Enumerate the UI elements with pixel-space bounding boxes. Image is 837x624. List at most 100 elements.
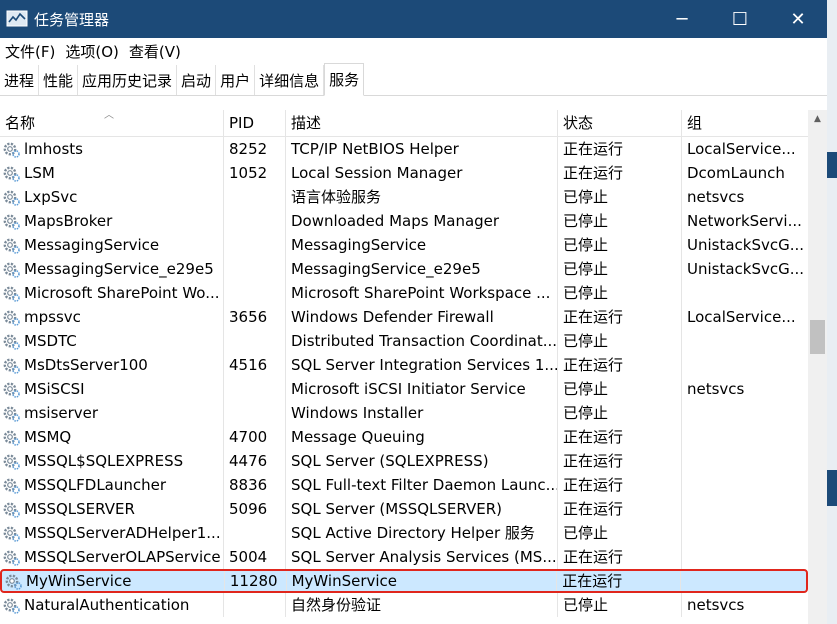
scroll-up-arrow-icon[interactable]: ▲ [808, 110, 827, 128]
column-header-description[interactable]: 描述 [286, 110, 558, 137]
table-row[interactable]: MSDTC Distributed Transaction Coordinat..… [0, 329, 808, 353]
service-pid: 3656 [224, 305, 286, 329]
menu-options[interactable]: 选项(O) [60, 41, 124, 62]
sort-ascending-icon: ︿ [104, 110, 114, 121]
table-row[interactable]: MSSQLSERVER 5096 SQL Server (MSSQLSERVER) 正… [0, 497, 808, 521]
table-header: ︿ 名称 PID 描述 状态 组 [0, 110, 808, 137]
service-name: mpssvc [24, 308, 81, 326]
service-pid [224, 233, 286, 257]
table-row[interactable]: Microsoft SharePoint Wo... Microsoft Shar… [0, 281, 808, 305]
scroll-thumb[interactable] [810, 320, 825, 354]
service-name: MSSQLFDLauncher [24, 476, 167, 494]
tab-strip: 进程 性能 应用历史记录 启动 用户 详细信息 服务 [0, 63, 827, 96]
service-gear-icon [2, 140, 21, 159]
service-name: Microsoft SharePoint Wo... [24, 284, 220, 302]
column-header-pid[interactable]: PID [224, 110, 286, 137]
service-name-cell: MSDTC [0, 329, 224, 353]
table-row[interactable]: MSSQL$SQLEXPRESS 4476 SQL Server (SQLEXPRE… [0, 449, 808, 473]
maximize-button[interactable]: ☐ [711, 0, 769, 38]
service-group [682, 497, 808, 521]
service-description: 语言体验服务 [286, 185, 558, 209]
service-name-cell: MSSQLServerADHelper1... [0, 521, 224, 545]
table-row[interactable]: MSiSCSI Microsoft iSCSI Initiator Service… [0, 377, 808, 401]
service-name: MSSQL$SQLEXPRESS [24, 452, 184, 470]
service-pid: 4476 [224, 449, 286, 473]
service-gear-icon [2, 308, 21, 327]
table-row[interactable]: NaturalAuthentication 自然身份验证 已停止 netsvcs [0, 593, 808, 617]
service-pid [224, 377, 286, 401]
close-button[interactable]: ✕ [769, 0, 827, 38]
service-status: 已停止 [558, 257, 682, 281]
service-name: MSSQLServerOLAPService [24, 548, 221, 566]
service-gear-icon [2, 476, 21, 495]
service-pid: 4700 [224, 425, 286, 449]
service-description: SQL Server (SQLEXPRESS) [286, 449, 558, 473]
minimize-button[interactable]: ─ [653, 0, 711, 38]
service-name: MSMQ [24, 428, 72, 446]
service-name: MsDtsServer100 [24, 356, 148, 374]
service-description: MyWinService [287, 571, 558, 591]
service-gear-icon [2, 404, 21, 423]
service-name-cell: MSSQL$SQLEXPRESS [0, 449, 224, 473]
service-name-cell: MSSQLSERVER [0, 497, 224, 521]
service-description: Distributed Transaction Coordinat... [286, 329, 558, 353]
service-name: LxpSvc [24, 188, 78, 206]
service-name: MSSQLSERVER [24, 500, 135, 518]
service-name: MSDTC [24, 332, 77, 350]
service-description: Message Queuing [286, 425, 558, 449]
table-row-selected[interactable]: MyWinService 11280 MyWinService 正在运行 [0, 569, 808, 593]
tab-services[interactable]: 服务 [324, 63, 365, 96]
table-row[interactable]: MSSQLFDLauncher 8836 SQL Full-text Filter … [0, 473, 808, 497]
table-row[interactable]: MapsBroker Downloaded Maps Manager 已停止 Netw… [0, 209, 808, 233]
service-group [681, 571, 806, 591]
service-gear-icon [4, 572, 23, 591]
vertical-scrollbar[interactable]: ▲ [808, 110, 827, 624]
service-group: LocalService... [687, 140, 796, 158]
service-group: netsvcs [687, 380, 745, 398]
service-gear-icon [2, 188, 21, 207]
service-name: MapsBroker [24, 212, 113, 230]
service-gear-icon [2, 500, 21, 519]
tab-performance[interactable]: 性能 [39, 65, 79, 95]
column-header-status[interactable]: 状态 [558, 110, 682, 137]
table-row[interactable]: MSSQLServerADHelper1... SQL Active Direct… [0, 521, 808, 545]
service-description: Windows Installer [286, 401, 558, 425]
menu-file[interactable]: 文件(F) [0, 41, 60, 62]
service-status: 已停止 [558, 281, 682, 305]
tab-startup[interactable]: 启动 [177, 65, 217, 95]
table-row[interactable]: LSM 1052 Local Session Manager 正在运行 DcomLaun… [0, 161, 808, 185]
service-group [682, 281, 808, 305]
service-name-cell: MessagingService [0, 233, 224, 257]
column-header-group[interactable]: 组 [682, 110, 808, 137]
menu-view[interactable]: 查看(V) [124, 41, 186, 62]
service-pid [224, 521, 286, 545]
tab-app-history[interactable]: 应用历史记录 [78, 65, 178, 95]
tab-details[interactable]: 详细信息 [255, 65, 325, 95]
tab-users[interactable]: 用户 [216, 65, 256, 95]
service-status: 已停止 [558, 185, 682, 209]
table-row[interactable]: MessagingService MessagingService 已停止 Unist… [0, 233, 808, 257]
table-row[interactable]: LxpSvc 语言体验服务 已停止 netsvcs [0, 185, 808, 209]
tab-processes[interactable]: 进程 [0, 65, 40, 95]
table-row[interactable]: MSSQLServerOLAPService 5004 SQL Server Ana… [0, 545, 808, 569]
service-name-cell: Microsoft SharePoint Wo... [0, 281, 224, 305]
service-description: SQL Full-text Filter Daemon Launc... [286, 473, 558, 497]
service-status: 已停止 [558, 233, 682, 257]
table-row[interactable]: MSMQ 4700 Message Queuing 正在运行 [0, 425, 808, 449]
task-manager-icon [6, 10, 28, 27]
table-row[interactable]: MessagingService_e29e5 MessagingService_e… [0, 257, 808, 281]
table-row[interactable]: lmhosts 8252 TCP/IP NetBIOS Helper 正在运行 Loca… [0, 137, 808, 161]
service-description: SQL Server (MSSQLSERVER) [286, 497, 558, 521]
table-row[interactable]: msiserver Windows Installer 已停止 [0, 401, 808, 425]
service-name-cell: lmhosts [0, 137, 224, 161]
service-name-cell: LSM [0, 161, 224, 185]
service-group [682, 353, 808, 377]
service-gear-icon [2, 356, 21, 375]
service-group [682, 545, 808, 569]
table-row[interactable]: MsDtsServer100 4516 SQL Server Integration… [0, 353, 808, 377]
service-status: 已停止 [558, 377, 682, 401]
service-status: 正在运行 [558, 305, 682, 329]
table-row[interactable]: mpssvc 3656 Windows Defender Firewall 正在运行 L… [0, 305, 808, 329]
service-gear-icon [2, 428, 21, 447]
service-description: Local Session Manager [286, 161, 558, 185]
